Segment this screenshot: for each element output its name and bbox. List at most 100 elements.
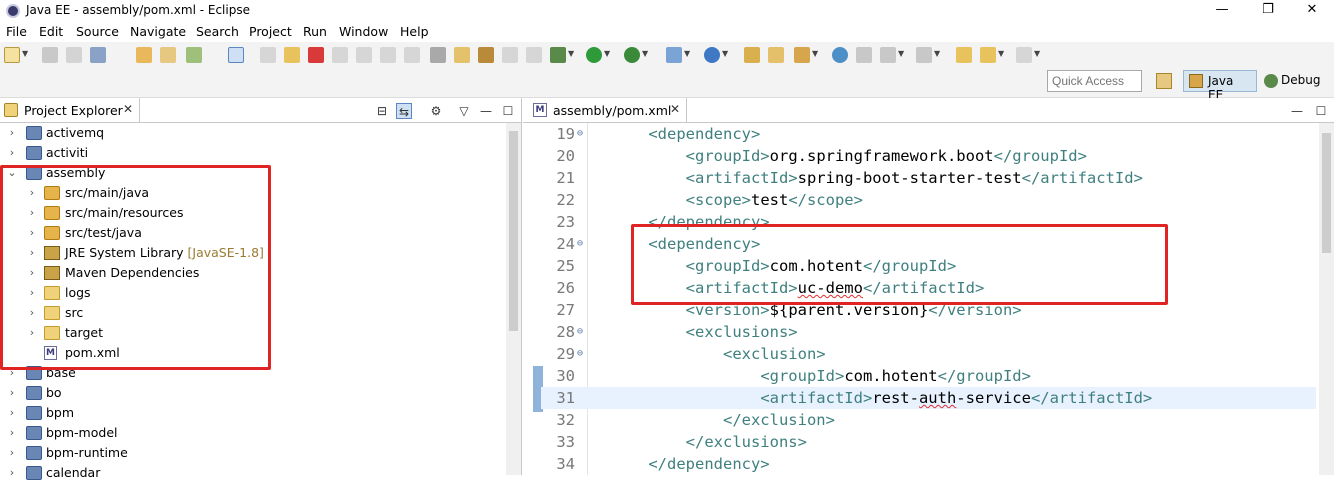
- open-type-icon[interactable]: [744, 47, 760, 63]
- filter-icon[interactable]: ⚙: [428, 103, 444, 119]
- terminate-icon[interactable]: [308, 47, 324, 63]
- code-line[interactable]: 28 ⊖ <exclusions>: [541, 321, 1316, 343]
- step-over-icon[interactable]: [380, 47, 396, 63]
- editor-scrollbar-thumb[interactable]: [1322, 133, 1331, 253]
- quick-access-input[interactable]: [1047, 70, 1142, 92]
- step-into-icon[interactable]: [356, 47, 372, 63]
- toggle-block-icon[interactable]: [502, 47, 518, 63]
- server-dropdown-icon[interactable]: ▼: [722, 49, 728, 58]
- close-button[interactable]: ✕: [1290, 0, 1334, 22]
- explorer-scrollbar-thumb[interactable]: [509, 131, 518, 331]
- pin-icon[interactable]: [880, 47, 896, 63]
- chevron-right-icon[interactable]: ›: [6, 143, 18, 163]
- code-line[interactable]: 29 ⊖ <exclusion>: [541, 343, 1316, 365]
- link-with-editor-icon[interactable]: ⇆: [396, 103, 412, 119]
- view-menu-icon[interactable]: ▽: [456, 103, 472, 119]
- suspend-icon[interactable]: [284, 47, 300, 63]
- clean-icon[interactable]: [160, 47, 176, 63]
- open-perspective-icon[interactable]: [1156, 73, 1172, 89]
- restore-button[interactable]: ❐: [1246, 0, 1290, 22]
- collapse-all-icon[interactable]: ⊟: [374, 103, 390, 119]
- chevron-right-icon[interactable]: ›: [6, 123, 18, 143]
- code-line[interactable]: 19 ⊖ <dependency>: [541, 123, 1316, 145]
- step-return-icon[interactable]: [404, 47, 420, 63]
- menu-run[interactable]: Run: [303, 24, 327, 39]
- fold-toggle-icon[interactable]: ⊖: [577, 343, 587, 365]
- code-line[interactable]: 34 </dependency>: [541, 453, 1316, 475]
- code-line[interactable]: 30 <groupId>com.hotent</groupId>: [541, 365, 1316, 387]
- chevron-right-icon[interactable]: ›: [6, 443, 18, 463]
- pin-dropdown-icon[interactable]: ▼: [898, 49, 904, 58]
- external-tools-icon[interactable]: [666, 47, 682, 63]
- tree-item-bpm-model[interactable]: › bpm-model: [0, 423, 505, 443]
- tab-project-explorer[interactable]: Project Explorer ✕: [0, 98, 140, 122]
- run-icon[interactable]: [586, 47, 602, 63]
- disconnect-icon[interactable]: [332, 47, 348, 63]
- run-dropdown-icon[interactable]: ▼: [604, 49, 610, 58]
- resume-icon[interactable]: [260, 47, 276, 63]
- chevron-right-icon[interactable]: ›: [6, 423, 18, 443]
- code-line[interactable]: 22 <scope>test</scope>: [541, 189, 1316, 211]
- new-icon[interactable]: [4, 47, 20, 63]
- open-console-icon[interactable]: [478, 47, 494, 63]
- menu-file[interactable]: File: [6, 24, 27, 39]
- debug-icon[interactable]: [550, 47, 566, 63]
- forward-icon[interactable]: [1016, 47, 1032, 63]
- run-with-coverage-icon[interactable]: [624, 47, 640, 63]
- code-line[interactable]: 31 <artifactId>rest-auth-service</artifa…: [541, 387, 1316, 409]
- search-tools-icon[interactable]: [794, 47, 810, 63]
- forward-dropdown-icon[interactable]: ▼: [1034, 49, 1040, 58]
- show-whitespace-icon[interactable]: [526, 47, 542, 63]
- build-icon[interactable]: [136, 47, 152, 63]
- close-icon[interactable]: ✕: [670, 102, 680, 116]
- back-dropdown-icon[interactable]: ▼: [998, 49, 1004, 58]
- menu-edit[interactable]: Edit: [39, 24, 63, 39]
- chevron-right-icon[interactable]: ›: [6, 463, 18, 483]
- tree-item-bpm-runtime[interactable]: › bpm-runtime: [0, 443, 505, 463]
- print-icon[interactable]: [90, 47, 106, 63]
- chevron-right-icon[interactable]: ›: [6, 383, 18, 403]
- toggle-mark-icon[interactable]: [454, 47, 470, 63]
- next-annotation-dropdown-icon[interactable]: ▼: [934, 49, 940, 58]
- menu-search[interactable]: Search: [196, 24, 239, 39]
- coverage-dropdown-icon[interactable]: ▼: [642, 49, 648, 58]
- menu-project[interactable]: Project: [249, 24, 292, 39]
- editor-scrollbar[interactable]: [1319, 123, 1334, 475]
- open-task-icon[interactable]: [768, 47, 784, 63]
- tree-item-activiti[interactable]: › activiti: [0, 143, 505, 163]
- fold-toggle-icon[interactable]: ⊖: [577, 123, 587, 145]
- menu-source[interactable]: Source: [76, 24, 119, 39]
- save-all-icon[interactable]: [66, 47, 82, 63]
- new-dropdown-icon[interactable]: ▼: [22, 49, 28, 58]
- maximize-view-icon[interactable]: ☐: [500, 103, 516, 119]
- menu-navigate[interactable]: Navigate: [130, 24, 186, 39]
- next-annotation-icon[interactable]: [916, 47, 932, 63]
- tree-item-bo[interactable]: › bo: [0, 383, 505, 403]
- menu-help[interactable]: Help: [400, 24, 429, 39]
- globe-icon[interactable]: [832, 47, 848, 63]
- debug-dropdown-icon[interactable]: ▼: [568, 49, 574, 58]
- maximize-editor-icon[interactable]: ☐: [1313, 103, 1329, 119]
- team-icon[interactable]: [186, 47, 202, 63]
- close-icon[interactable]: ✕: [123, 102, 133, 116]
- annotation-icon[interactable]: [856, 47, 872, 63]
- tree-item-bpm[interactable]: › bpm: [0, 403, 505, 423]
- tab-assembly-pom-xml[interactable]: M assembly/pom.xml ✕: [527, 98, 687, 122]
- code-line[interactable]: 32 </exclusion>: [541, 409, 1316, 431]
- fold-toggle-icon[interactable]: ⊖: [577, 233, 587, 255]
- minimize-editor-icon[interactable]: —: [1289, 103, 1305, 119]
- menu-window[interactable]: Window: [339, 24, 388, 39]
- explorer-scrollbar[interactable]: [506, 123, 521, 475]
- skip-breakpoints-icon[interactable]: [228, 47, 244, 63]
- tree-item-activemq[interactable]: › activemq: [0, 123, 505, 143]
- fold-toggle-icon[interactable]: ⊖: [577, 321, 587, 343]
- new-server-icon[interactable]: [704, 47, 720, 63]
- external-tools-dropdown-icon[interactable]: ▼: [684, 49, 690, 58]
- back-icon[interactable]: [980, 47, 996, 63]
- code-line[interactable]: 33 </exclusions>: [541, 431, 1316, 453]
- last-edit-icon[interactable]: [956, 47, 972, 63]
- tree-item-calendar[interactable]: › calendar: [0, 463, 505, 483]
- minimize-button[interactable]: —: [1200, 0, 1244, 22]
- use-step-filters-icon[interactable]: [430, 47, 446, 63]
- save-icon[interactable]: [42, 47, 58, 63]
